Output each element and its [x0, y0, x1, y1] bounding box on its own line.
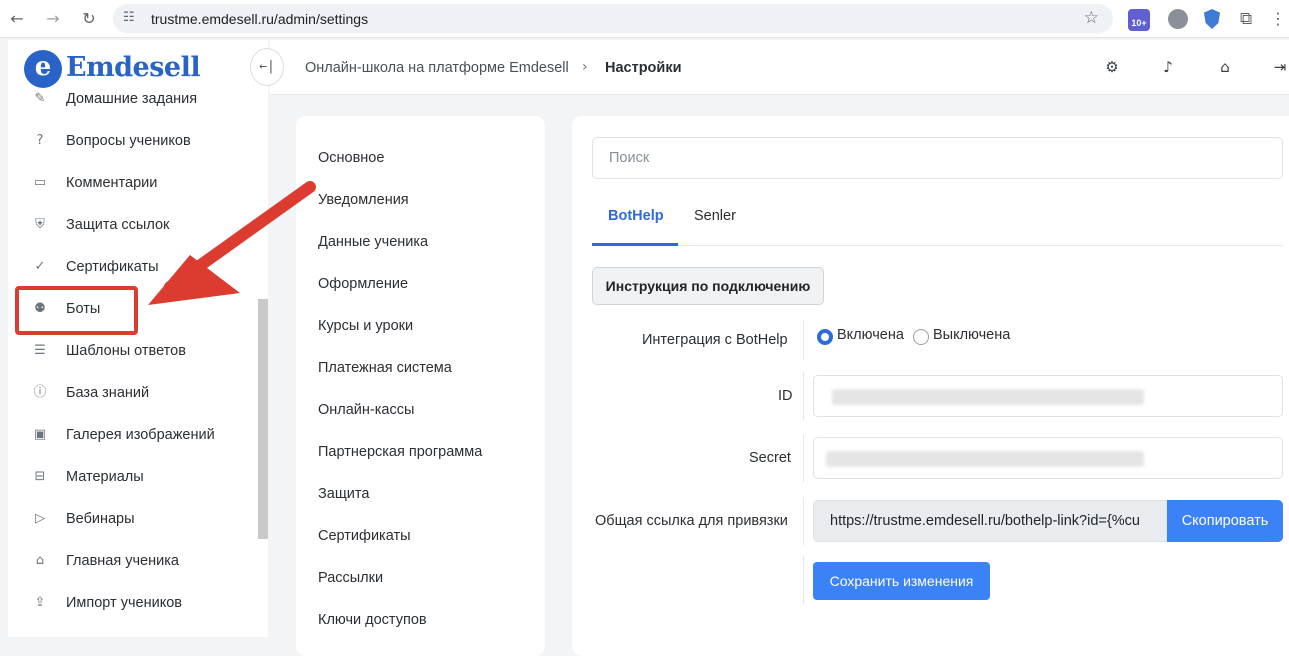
binding-link-field[interactable]: https://trustme.emdesell.ru/bothelp-link… — [813, 500, 1167, 542]
settings-nav-courses[interactable]: Курсы и уроки — [318, 318, 413, 334]
sidebar-item-import-students[interactable]: ⇪ Импорт учеников — [32, 592, 252, 616]
settings-nav-general[interactable]: Основное — [318, 150, 384, 166]
bookmark-star-icon[interactable]: ☆ — [1084, 8, 1099, 28]
sidebar-item-label: Материалы — [66, 469, 144, 485]
integration-disabled-label[interactable]: Выключена — [933, 327, 1010, 343]
home-settings-icon[interactable]: ⌂ — [1216, 58, 1234, 76]
settings-nav-certificates[interactable]: Сертификаты — [318, 528, 411, 544]
shield-extension-icon[interactable] — [1204, 9, 1220, 29]
save-changes-button[interactable]: Сохранить изменения — [813, 562, 990, 600]
sidebar-item-label: Главная ученика — [66, 553, 179, 569]
pencil-icon: ✎ — [34, 91, 46, 106]
play-icon: ▷ — [35, 511, 45, 526]
browser-toolbar: ← → ↻ ☷ trustme.emdesell.ru/admin/settin… — [0, 0, 1289, 38]
logo-text: Emdesell — [66, 52, 201, 83]
integration-disabled-radio[interactable] — [913, 329, 929, 345]
sidebar-item-gallery[interactable]: ▣ Галерея изображений — [32, 424, 252, 448]
redacted-value — [832, 389, 1144, 405]
link-label: Общая ссылка для привязки — [595, 513, 788, 529]
id-field[interactable] — [813, 375, 1283, 417]
sidebar-item-webinars[interactable]: ▷ Вебинары — [32, 508, 252, 532]
form-divider — [803, 556, 804, 604]
copy-button[interactable]: Скопировать — [1167, 500, 1283, 542]
search-input[interactable] — [592, 137, 1283, 179]
form-divider — [803, 320, 804, 360]
sidebar-item-label: Домашние задания — [66, 91, 198, 107]
extension-badge-icon[interactable]: 10+ — [1128, 9, 1150, 31]
sidebar: e Emdesell ✎ Домашние задания ? Вопросы … — [8, 40, 268, 637]
settings-nav-payment[interactable]: Платежная система — [318, 360, 452, 376]
sidebar-item-label: Шаблоны ответов — [66, 343, 186, 359]
chevron-right-icon: › — [582, 59, 588, 75]
form-divider — [803, 434, 804, 482]
sidebar-item-label: Импорт учеников — [66, 595, 182, 611]
settings-nav-notifications[interactable]: Уведомления — [318, 192, 409, 208]
forward-icon[interactable]: → — [42, 8, 64, 30]
logo-mark: e — [24, 50, 62, 88]
shield-icon: ⛨ — [35, 217, 45, 232]
settings-nav-mailings[interactable]: Рассылки — [318, 570, 383, 586]
sidebar-scrollbar[interactable] — [258, 299, 268, 539]
sidebar-item-label: Вебинары — [66, 511, 135, 527]
browser-menu-icon[interactable]: ⋮ — [1270, 9, 1289, 29]
briefcase-icon: ⊟ — [34, 469, 46, 484]
sidebar-item-answer-templates[interactable]: ☰ Шаблоны ответов — [32, 340, 252, 364]
settings-nav-affiliate[interactable]: Партнерская программа — [318, 444, 482, 460]
settings-nav-appearance[interactable]: Оформление — [318, 276, 408, 292]
annotation-highlight-box — [15, 286, 138, 335]
form-divider — [803, 372, 804, 420]
settings-nav-protection[interactable]: Защита — [318, 486, 369, 502]
site-settings-icon[interactable]: ☷ — [123, 10, 135, 25]
breadcrumb-current: Настройки — [605, 60, 682, 76]
extensions-icon[interactable]: ⧉ — [1240, 9, 1260, 29]
address-bar[interactable]: ☷ trustme.emdesell.ru/admin/settings ☆ — [113, 4, 1113, 33]
image-icon: ▣ — [33, 427, 47, 442]
info-icon: ⓘ — [33, 385, 47, 400]
reload-icon[interactable]: ↻ — [78, 8, 100, 30]
breadcrumb-parent[interactable]: Онлайн-школа на платформе Emdesell — [305, 60, 569, 76]
sidebar-item-student-home[interactable]: ⌂ Главная ученика — [32, 550, 252, 574]
form-divider — [803, 497, 804, 545]
integration-enabled-radio[interactable] — [817, 329, 833, 345]
settings-nav-access-keys[interactable]: Ключи доступов — [318, 612, 427, 628]
sidebar-item-label: База знаний — [66, 385, 150, 401]
whatsapp-extension-icon[interactable] — [1168, 9, 1188, 29]
active-tab-indicator — [592, 243, 678, 246]
settings-nav-cash-registers[interactable]: Онлайн-кассы — [318, 402, 414, 418]
tabs-divider — [592, 245, 1283, 246]
question-circle-icon: ? — [36, 133, 44, 148]
secret-label: Secret — [749, 450, 791, 466]
collapse-sidebar-button[interactable]: ←| — [250, 48, 284, 86]
annotation-arrow-icon — [148, 181, 316, 305]
address-url[interactable]: trustme.emdesell.ru/admin/settings — [151, 11, 368, 27]
sidebar-item-questions[interactable]: ? Вопросы учеников — [32, 130, 252, 154]
extension-badge-count: 10+ — [1131, 18, 1147, 28]
upload-icon: ⇪ — [34, 595, 46, 610]
sidebar-item-homework[interactable]: ✎ Домашние задания — [32, 88, 252, 112]
sidebar-item-materials[interactable]: ⊟ Материалы — [32, 466, 252, 490]
logout-icon[interactable]: ⇥ — [1271, 58, 1289, 76]
connection-instruction-button[interactable]: Инструкция по подключению — [592, 267, 824, 305]
redacted-value — [826, 451, 1144, 467]
sidebar-item-label: Вопросы учеников — [66, 133, 191, 149]
tab-senler[interactable]: Senler — [694, 208, 736, 224]
badge-check-icon: ✓ — [34, 259, 46, 274]
back-icon[interactable]: ← — [6, 8, 28, 30]
bell-icon[interactable]: ♪ — [1159, 58, 1177, 76]
integration-enabled-label[interactable]: Включена — [837, 327, 904, 343]
integration-label: Интеграция с BotHelp — [642, 332, 788, 348]
sidebar-item-knowledge-base[interactable]: ⓘ База знаний — [32, 382, 252, 406]
comment-icon: ▭ — [33, 175, 47, 190]
settings-nav-student-data[interactable]: Данные ученика — [318, 234, 428, 250]
secret-field[interactable] — [813, 437, 1283, 479]
sliders-icon[interactable]: ⚙ — [1103, 58, 1121, 76]
tab-bothelp[interactable]: BotHelp — [608, 208, 664, 224]
sidebar-item-label: Галерея изображений — [66, 427, 215, 443]
id-label: ID — [778, 388, 793, 404]
list-icon: ☰ — [34, 343, 46, 358]
home-gear-icon: ⌂ — [35, 553, 45, 568]
